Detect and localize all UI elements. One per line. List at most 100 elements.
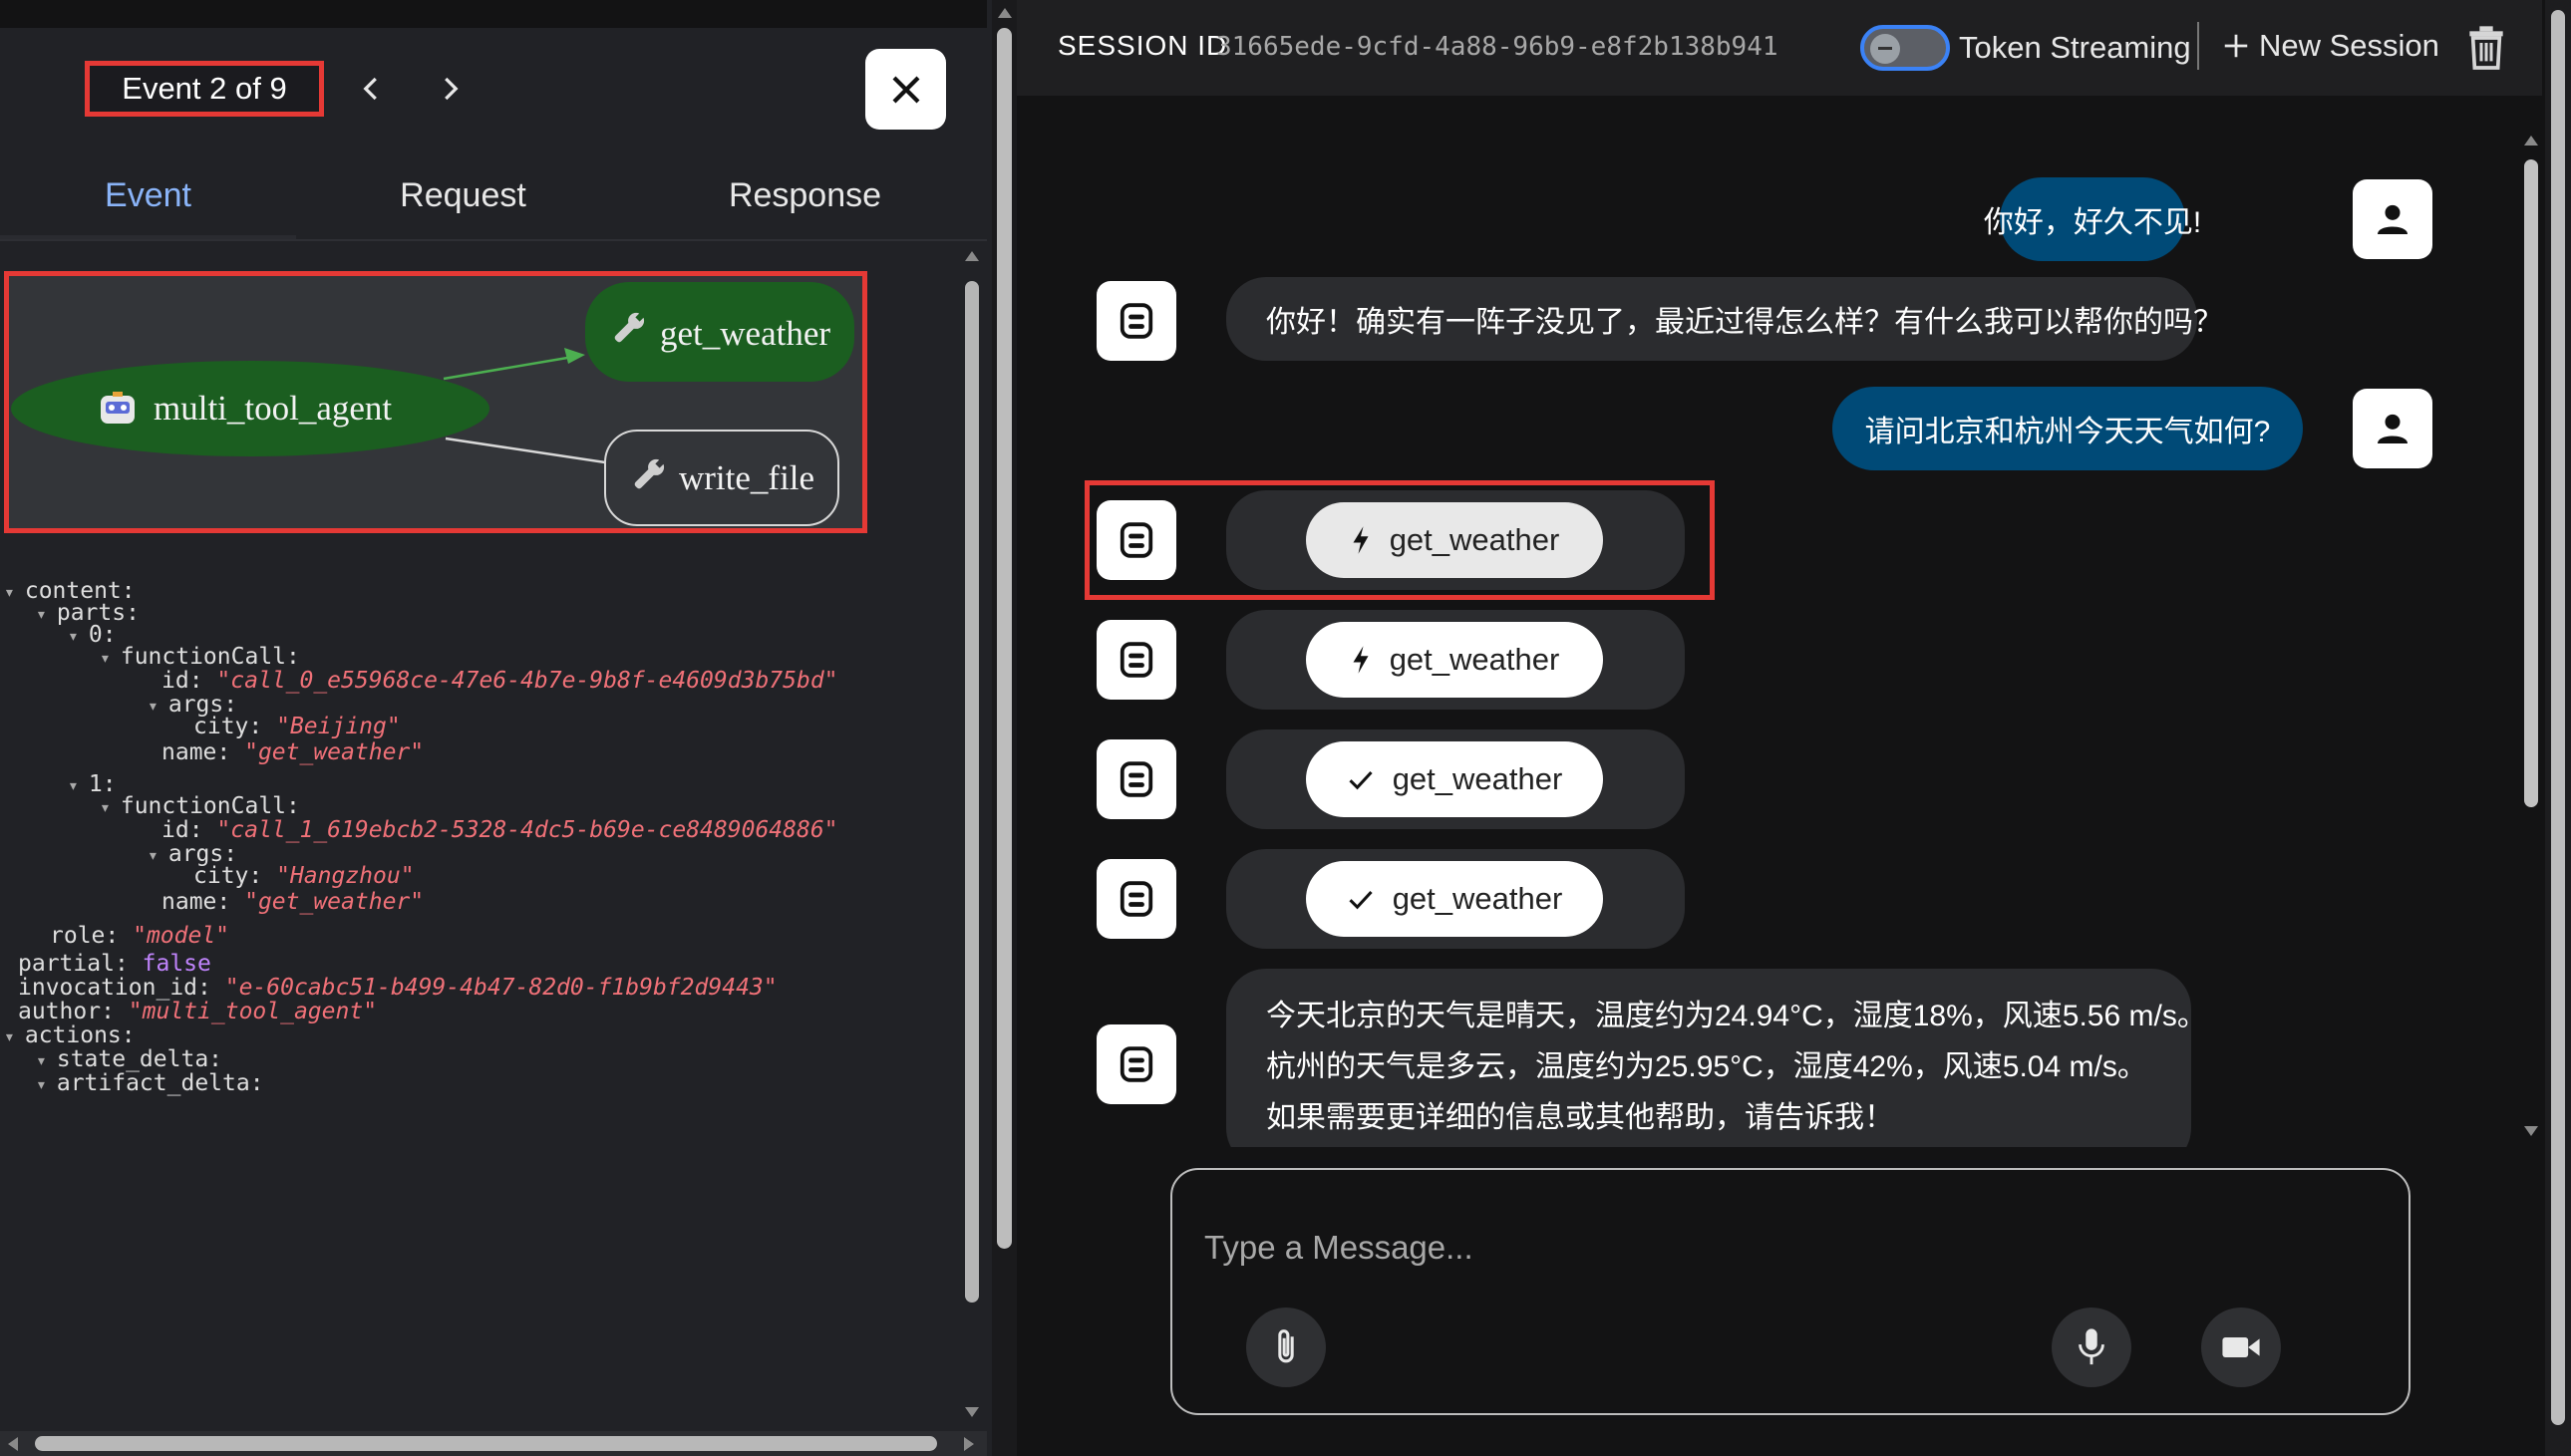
json-scrollbar-thumb[interactable]	[965, 281, 979, 1303]
robot-icon	[1120, 522, 1153, 558]
tool-node-label-write-file[interactable]: write_file	[679, 458, 814, 498]
panel-scrollbar-thumb[interactable]	[997, 28, 1012, 1249]
function-call-button[interactable]: get_weather	[1306, 622, 1603, 698]
json-value: "call_0_e55968ce-47e6-4b7e-9b8f-e4609d3b…	[216, 668, 838, 694]
json-value: "multi_tool_agent"	[128, 999, 378, 1024]
scroll-up-arrow[interactable]	[997, 6, 1013, 20]
json-key: role	[50, 923, 106, 949]
collapse-toggle-icon[interactable]: ▾	[4, 582, 15, 603]
collapse-toggle-icon[interactable]: ▾	[148, 845, 159, 866]
robot-icon	[1120, 303, 1153, 339]
scroll-up-arrow[interactable]	[2523, 134, 2539, 147]
scroll-left-arrow[interactable]	[6, 1436, 20, 1452]
trace-panel: Event 2 of 9 Event Request Response mult…	[0, 0, 1017, 1456]
delete-session-icon[interactable]	[2466, 26, 2506, 70]
function-response-button[interactable]: get_weather	[1306, 741, 1603, 817]
tool-name: get_weather	[1392, 881, 1563, 916]
horizontal-scrollbar-thumb[interactable]	[35, 1436, 937, 1451]
chevron-right-icon	[445, 77, 459, 101]
edge-to-get-weather	[443, 354, 580, 381]
bolt-icon	[1353, 646, 1369, 674]
event-json-tree: ▾ content: ▾ parts: ▾ 0: ▾ functionCall: id:…	[0, 576, 957, 1433]
json-key: city	[193, 863, 249, 889]
check-icon	[1349, 770, 1373, 790]
chat-panel: SESSION ID 31665ede-9cfd-4a88-96b9-e8f2b…	[1017, 0, 2571, 1456]
bot-tool-message: get_weather	[1226, 610, 1685, 710]
collapse-toggle-icon[interactable]: ▾	[68, 626, 79, 647]
session-header: SESSION ID 31665ede-9cfd-4a88-96b9-e8f2b…	[1017, 0, 2542, 96]
scroll-right-arrow[interactable]	[962, 1436, 976, 1452]
bot-avatar	[1097, 620, 1176, 700]
panel-scrollbar[interactable]	[992, 0, 1017, 1456]
agent-graph: multi_tool_agent get_weather write_file	[4, 271, 867, 533]
robot-icon	[101, 392, 135, 424]
json-value: "get_weather"	[244, 889, 425, 915]
json-key: name	[161, 739, 217, 765]
json-key: city	[193, 714, 249, 739]
collapse-toggle-icon[interactable]: ▾	[100, 797, 111, 818]
check-icon	[1349, 890, 1373, 910]
chat-scrollbar[interactable]	[2518, 128, 2544, 1144]
bot-avatar	[1097, 859, 1176, 939]
collapse-toggle-icon[interactable]: ▾	[148, 696, 159, 717]
person-icon	[2378, 414, 2408, 443]
robot-icon	[1120, 1046, 1153, 1082]
json-tree-row[interactable]: ▾ artifact_delta:	[36, 1068, 264, 1098]
user-message: 你好，好久不见!	[1984, 177, 2201, 261]
json-value: "call_1_619ebcb2-5328-4dc5-b69e-ce848906…	[216, 817, 838, 843]
user-avatar	[2353, 179, 2432, 259]
scroll-down-arrow[interactable]	[964, 1405, 980, 1419]
robot-icon	[1120, 761, 1153, 797]
json-tree-row: name: "get_weather"	[161, 739, 425, 765]
collapse-toggle-icon[interactable]: ▾	[4, 1026, 15, 1047]
close-icon	[892, 76, 919, 103]
json-tree-row: id: "call_1_619ebcb2-5328-4dc5-b69e-ce84…	[161, 817, 838, 843]
agent-node-label: multi_tool_agent	[154, 389, 393, 428]
tool-node-label-get-weather[interactable]: get_weather	[660, 314, 830, 354]
collapse-toggle-icon[interactable]: ▾	[68, 775, 79, 796]
collapse-toggle-icon[interactable]: ▾	[36, 1074, 47, 1095]
json-value: "Hangzhou"	[276, 863, 415, 889]
json-key: artifact_delta	[56, 1070, 250, 1096]
active-tab-indicator	[0, 235, 296, 239]
tool-name: get_weather	[1389, 522, 1560, 557]
paperclip-icon	[1278, 1329, 1294, 1363]
microphone-button[interactable]	[2052, 1308, 2131, 1387]
tab-request[interactable]: Request	[321, 167, 605, 223]
scroll-down-arrow[interactable]	[2523, 1124, 2539, 1138]
edge-arrowhead	[564, 348, 585, 364]
function-call-button[interactable]: get_weather	[1306, 502, 1603, 578]
json-value: "model"	[133, 923, 230, 949]
tab-response[interactable]: Response	[658, 167, 952, 223]
function-response-button[interactable]: get_weather	[1306, 861, 1603, 937]
video-button[interactable]	[2201, 1308, 2281, 1387]
json-tree-row: role: "model"	[50, 923, 230, 949]
new-session-button[interactable]: New Session	[2221, 28, 2439, 64]
tool-name: get_weather	[1392, 761, 1563, 796]
tab-event[interactable]: Event	[0, 167, 296, 223]
new-session-label: New Session	[2259, 28, 2439, 63]
bolt-icon	[1353, 526, 1369, 554]
message-input[interactable]	[1202, 1222, 2303, 1274]
json-value: "Beijing"	[276, 714, 401, 739]
horizontal-scrollbar[interactable]	[0, 1431, 987, 1456]
tool-name: get_weather	[1389, 642, 1560, 677]
page-scrollbar-thumb[interactable]	[2551, 10, 2565, 1425]
bot-avatar	[1097, 281, 1176, 361]
json-scrollbar[interactable]	[962, 249, 982, 1425]
collapse-toggle-icon[interactable]: ▾	[36, 604, 47, 625]
top-strip	[0, 0, 987, 28]
scroll-up-arrow[interactable]	[964, 249, 980, 263]
page-scrollbar[interactable]	[2545, 0, 2571, 1456]
toggle-knob	[1870, 34, 1900, 64]
robot-icon	[1120, 642, 1153, 678]
previous-event-button[interactable]	[349, 66, 395, 112]
close-button[interactable]	[865, 49, 946, 130]
event-counter: Event 2 of 9	[85, 61, 324, 117]
token-streaming-toggle[interactable]	[1860, 25, 1950, 71]
collapse-toggle-icon[interactable]: ▾	[100, 648, 111, 669]
chat-scrollbar-thumb[interactable]	[2524, 159, 2538, 807]
next-event-button[interactable]	[427, 66, 473, 112]
attach-button[interactable]	[1246, 1308, 1326, 1387]
bot-tool-message: get_weather	[1226, 849, 1685, 949]
